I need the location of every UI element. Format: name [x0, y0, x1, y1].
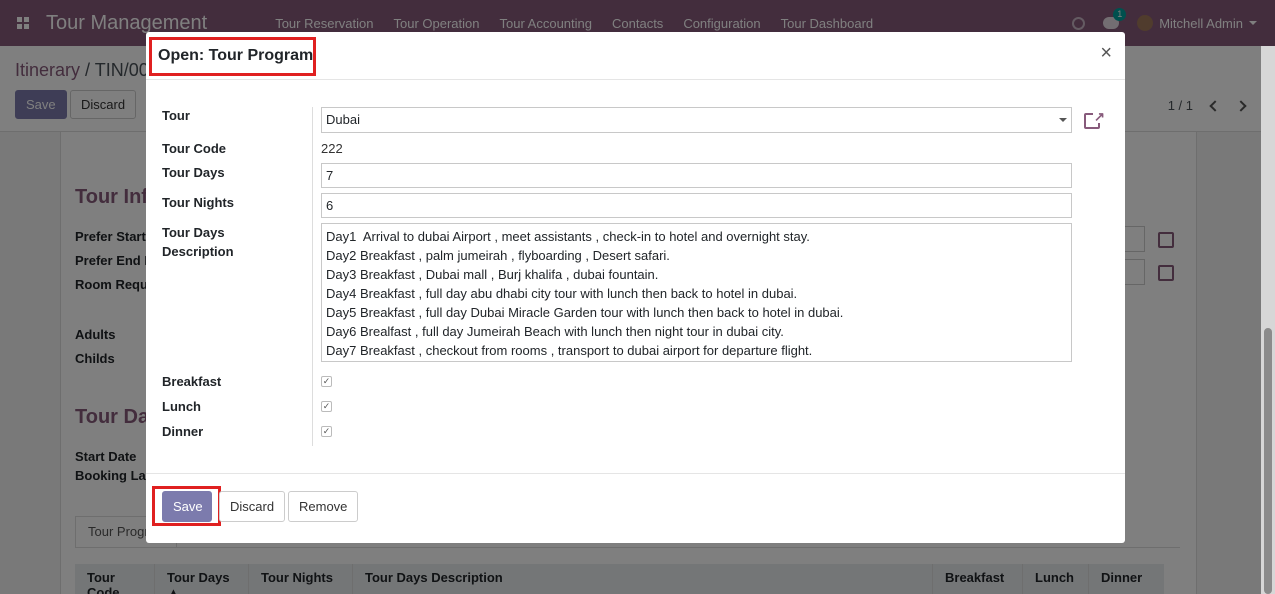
label-tour-code: Tour Code — [162, 141, 227, 156]
dialog-footer: Save Discard Remove — [146, 473, 1125, 543]
highlight-box-title — [149, 37, 316, 76]
dialog-discard-button[interactable]: Discard — [219, 491, 286, 522]
dialog-remove-button[interactable]: Remove — [288, 491, 359, 522]
label-dinner: Dinner — [162, 424, 204, 439]
description-line: Day6 Brealfast , full day Jumeirah Beach… — [326, 324, 784, 339]
tour-days-input[interactable]: 7 — [321, 163, 1072, 188]
dinner-checkbox[interactable]: ✓ — [321, 426, 332, 437]
dropdown-arrow-icon — [1059, 118, 1067, 122]
description-line: Day2 Breakfast , palm jumeirah , flyboar… — [326, 248, 670, 263]
label-tour: Tour — [162, 108, 190, 123]
label-tour-days: Tour Days — [162, 165, 225, 180]
tour-code-value: 222 — [321, 141, 343, 156]
description-line: Day7 Breakfast , checkout from rooms , t… — [326, 343, 813, 358]
label-tour-nights: Tour Nights — [162, 195, 234, 210]
label-breakfast: Breakfast — [162, 374, 222, 389]
tour-days-description-textarea[interactable]: Day1 Arrival to dubai Airport , meet ass… — [321, 223, 1072, 362]
label-tour-days-description: Tour Days Description — [162, 223, 234, 261]
external-link-icon[interactable]: ↗ — [1084, 110, 1105, 130]
highlight-box-save — [152, 486, 221, 526]
scrollbar-thumb[interactable] — [1264, 328, 1272, 594]
close-icon[interactable]: × — [1100, 43, 1112, 63]
label-separator — [312, 107, 313, 446]
tour-select[interactable]: Dubai — [321, 107, 1072, 133]
dialog-header: Open: Tour Program × — [146, 32, 1125, 80]
description-line: Day4 Breakfast , full day abu dhabi city… — [326, 286, 798, 301]
breakfast-checkbox[interactable]: ✓ — [321, 376, 332, 387]
lunch-checkbox[interactable]: ✓ — [321, 401, 332, 412]
label-lunch: Lunch — [162, 399, 201, 414]
page-scrollbar[interactable] — [1261, 46, 1275, 594]
tour-program-dialog: Open: Tour Program × Tour Dubai ↗ Tour C… — [146, 32, 1125, 543]
description-line: Day5 Breakfast , full day Dubai Miracle … — [326, 305, 844, 320]
label-line-2: Description — [162, 244, 234, 259]
label-line-1: Tour Days — [162, 225, 225, 240]
tour-nights-input[interactable]: 6 — [321, 193, 1072, 218]
tour-select-value: Dubai — [326, 112, 360, 127]
description-line: Day3 Breakfast , Dubai mall , Burj khali… — [326, 267, 659, 282]
description-line: Day1 Arrival to dubai Airport , meet ass… — [326, 229, 810, 244]
